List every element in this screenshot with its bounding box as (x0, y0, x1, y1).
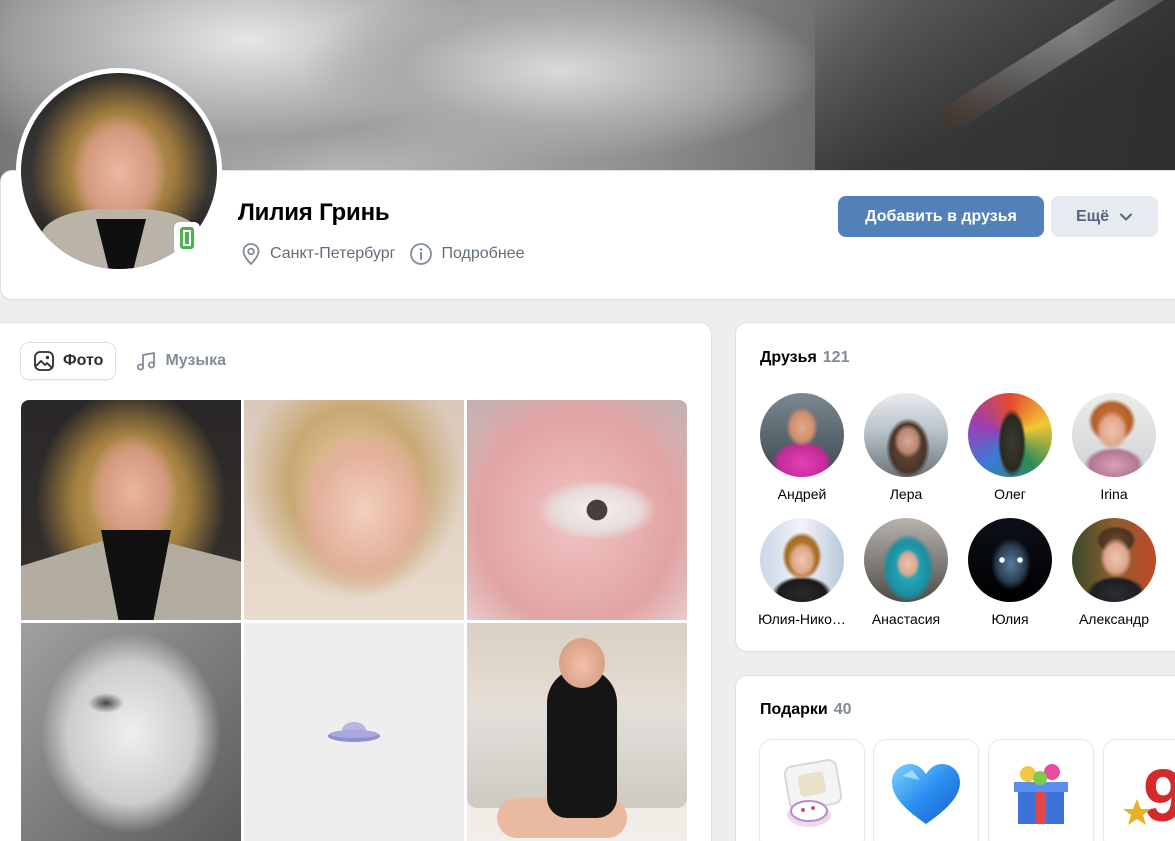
victory-nine-icon: 9 (1123, 755, 1175, 835)
svg-text:9: 9 (1143, 755, 1175, 835)
friend-name: Анастасия (871, 611, 941, 627)
avatar (760, 518, 844, 602)
friends-title: Друзья (760, 349, 817, 366)
tab-music-label: Музыка (165, 352, 226, 369)
avatar (864, 518, 948, 602)
gift-item[interactable] (760, 740, 864, 841)
friend-name: Олег (994, 486, 1026, 502)
profile-name: Лилия Гринь (238, 199, 390, 226)
friends-header[interactable]: Друзья 121 (760, 349, 849, 367)
avatar (1072, 518, 1156, 602)
info-icon (410, 243, 433, 265)
friend-name: Александр (1078, 611, 1150, 627)
friend-item[interactable]: Олег (958, 393, 1062, 502)
city-item[interactable]: Санкт-Петербург (240, 242, 395, 266)
photo-thumbnail[interactable] (244, 623, 464, 841)
city-label: Санкт-Петербург (270, 245, 396, 262)
friend-name: Юлия-Нико… (758, 611, 846, 627)
friend-name: Irina (1100, 486, 1128, 502)
ufo-icon (328, 722, 380, 742)
photo-thumbnail[interactable] (21, 623, 241, 841)
friends-count: 121 (822, 349, 850, 366)
gift-item[interactable] (989, 740, 1093, 841)
friend-name: Лера (889, 486, 923, 502)
photo-thumbnail[interactable] (244, 400, 464, 620)
gift-item[interactable] (874, 740, 978, 841)
tab-photos[interactable]: Фото (21, 343, 116, 379)
friend-item[interactable]: Андрей (750, 393, 854, 502)
gift-box-icon (1014, 764, 1068, 824)
details-link[interactable]: Подробнее (409, 242, 524, 266)
friend-item[interactable]: Юлия (958, 518, 1062, 627)
friend-item[interactable]: Юлия-Нико… (750, 518, 854, 627)
music-icon (137, 352, 156, 371)
avatar (760, 393, 844, 477)
gift-item[interactable]: 9 (1104, 740, 1175, 841)
mobile-online-icon (174, 222, 200, 254)
profile-meta: Санкт-Петербург Подробнее (240, 242, 538, 266)
photo-thumbnail[interactable] (21, 400, 241, 620)
add-friend-button[interactable]: Добавить в друзья (838, 196, 1044, 237)
friend-name: Юлия (991, 611, 1029, 627)
more-label: Ещё (1075, 207, 1110, 225)
photo-thumbnail[interactable] (467, 623, 687, 841)
avatar (864, 393, 948, 477)
avatar (1072, 393, 1156, 477)
details-label: Подробнее (441, 245, 525, 262)
avatar (968, 393, 1052, 477)
friend-item[interactable]: Александр (1062, 518, 1166, 627)
avatar (968, 518, 1052, 602)
gifts-header[interactable]: Подарки 40 (760, 701, 852, 719)
cake-box-icon (783, 759, 843, 827)
heart-icon (892, 764, 960, 824)
media-tabs: Фото Музыка (21, 343, 238, 379)
photo-icon (34, 351, 54, 371)
cover-shade (815, 0, 1175, 190)
friend-item[interactable]: Лера (854, 393, 958, 502)
gifts-count: 40 (833, 701, 852, 718)
friend-item[interactable]: Irina (1062, 393, 1166, 502)
tab-music[interactable]: Музыка (123, 343, 238, 379)
more-button[interactable]: Ещё (1051, 196, 1158, 237)
location-pin-icon (242, 243, 260, 266)
friend-item[interactable]: Анастасия (854, 518, 958, 627)
photo-thumbnail[interactable] (467, 400, 687, 620)
tab-photos-label: Фото (63, 352, 104, 369)
friend-name: Андрей (777, 486, 827, 502)
chevron-down-icon (1120, 213, 1133, 220)
gifts-title: Подарки (760, 701, 828, 718)
